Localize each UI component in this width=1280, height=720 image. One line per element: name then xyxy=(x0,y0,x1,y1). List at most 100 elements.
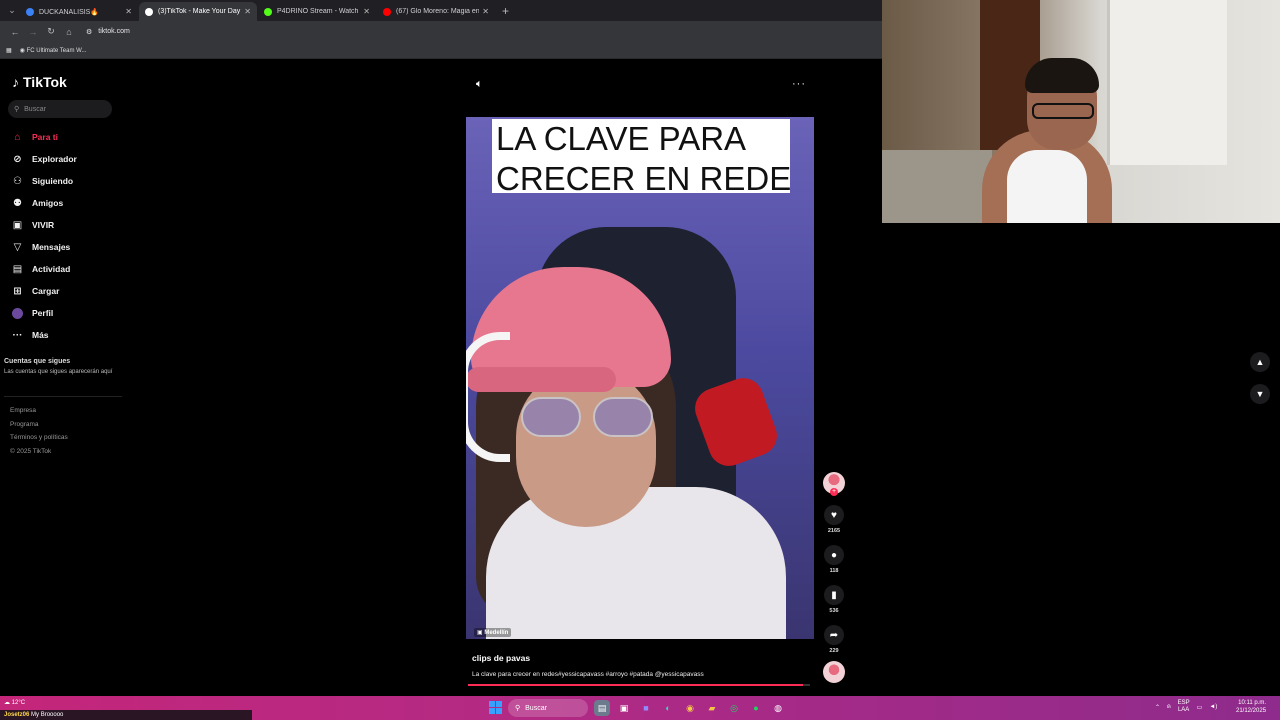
next-video-button[interactable]: ▼ xyxy=(1250,384,1270,404)
tab-close-icon[interactable]: ✕ xyxy=(244,7,251,16)
home-icon[interactable]: ⌂ xyxy=(60,27,78,37)
video-player[interactable]: LA CLAVE PARA CRECER EN REDES ▣ Medellín xyxy=(466,117,814,639)
footer-link[interactable]: Empresa xyxy=(10,404,68,418)
sidebar-item-para-ti[interactable]: ⌂ Para ti xyxy=(12,126,77,148)
tiktok-logo[interactable]: ♪ TikTok xyxy=(12,74,67,90)
task-view-icon[interactable]: ▣ xyxy=(616,700,632,716)
chevron-up-icon: ▲ xyxy=(1255,357,1265,367)
location-badge[interactable]: ▣ Medellín xyxy=(474,628,512,637)
tab-title: P4DRINO Stream - Watch Live o xyxy=(277,8,360,15)
friends-icon: ⚉ xyxy=(13,197,22,209)
browser-tab[interactable]: (67) Glo Moreno: Magia en Ace ✕ xyxy=(377,2,495,21)
comment-button[interactable]: ● xyxy=(824,545,844,565)
volume-icon[interactable]: ◄) xyxy=(1209,704,1217,710)
webcam-bed xyxy=(882,150,992,223)
sidebar-item-mensajes[interactable]: ▽ Mensajes xyxy=(12,236,77,258)
tab-close-icon[interactable]: ✕ xyxy=(482,7,489,16)
taskbar-search-label: Buscar xyxy=(525,704,547,712)
search-input[interactable]: ⚲ Buscar xyxy=(8,100,112,118)
back-icon[interactable]: ← xyxy=(6,27,24,37)
browser-tab-bar: ⌄ DUCKANALISIS🔥 ✕ (3)TikTok - Make Your … xyxy=(0,0,882,21)
spotify-icon[interactable]: ● xyxy=(748,700,764,716)
sidebar: ♪ TikTok ⚲ Buscar ⌂ Para ti ⊘ Explorador… xyxy=(0,62,130,462)
logo-text: TikTok xyxy=(23,74,67,90)
file-explorer-icon[interactable]: ▰ xyxy=(704,700,720,716)
language-layout: LAA xyxy=(1177,707,1190,713)
more-options-icon[interactable]: ··· xyxy=(792,78,806,90)
bookmark-icon: ▮ xyxy=(831,589,837,601)
sidebar-item-actividad[interactable]: ▤ Actividad xyxy=(12,258,77,280)
chrome-icon[interactable]: ◉ xyxy=(682,700,698,716)
url-field[interactable]: ⚙ tiktok.com xyxy=(86,28,130,36)
mic-icon[interactable]: ⍝ xyxy=(1167,704,1171,711)
tab-close-icon[interactable]: ✕ xyxy=(363,7,370,16)
previous-video-button[interactable]: ▲ xyxy=(1250,352,1270,372)
compass-icon: ⊘ xyxy=(13,153,22,165)
video-progress-bar[interactable] xyxy=(468,684,810,686)
reload-icon[interactable]: ↻ xyxy=(42,26,60,37)
save-button[interactable]: ▮ xyxy=(824,585,844,605)
taskbar-apps: ▤ ▣ ■ ◐ ◉ ▰ ◎ ● ◍ xyxy=(594,700,786,716)
sidebar-item-explorador[interactable]: ⊘ Explorador xyxy=(12,148,77,170)
video-author[interactable]: clips de pavas xyxy=(472,653,530,663)
sidebar-item-mas[interactable]: ··· Más xyxy=(12,324,77,346)
tab-search-icon[interactable]: ⌄ xyxy=(4,0,20,21)
chat-ticker: Josetz06 My Brooooo xyxy=(0,710,252,720)
webcam-person-hair xyxy=(1025,58,1099,93)
sidebar-item-vivir[interactable]: ▣ VIVIR xyxy=(12,214,77,236)
divider xyxy=(4,396,122,397)
site-info-icon[interactable]: ⚙ xyxy=(86,28,92,36)
url-text: tiktok.com xyxy=(98,28,130,35)
sound-disc[interactable] xyxy=(823,661,845,683)
address-bar: ← → ↻ ⌂ ⚙ tiktok.com xyxy=(0,21,882,42)
sidebar-item-label: Para ti xyxy=(32,132,58,142)
language-code: ESP xyxy=(1177,700,1190,706)
footer-link[interactable]: Términos y políticas xyxy=(10,431,68,445)
forward-icon[interactable]: → xyxy=(24,27,42,37)
ticker-message: My Brooooo xyxy=(31,712,64,718)
apps-grid-icon[interactable]: ▦ xyxy=(6,47,12,54)
sidebar-item-cargar[interactable]: ⊞ Cargar xyxy=(12,280,77,302)
whatsapp-icon[interactable]: ◎ xyxy=(726,700,742,716)
tab-title: (3)TikTok - Make Your Day xyxy=(158,8,241,15)
taskbar-clock[interactable]: 10:11 p.m. 21/12/2025 xyxy=(1236,699,1266,715)
like-count: 2165 xyxy=(827,528,841,534)
like-button[interactable]: ♥ xyxy=(824,505,844,525)
new-tab-button[interactable]: + xyxy=(496,2,515,21)
webcam-person-glasses xyxy=(1032,103,1094,119)
widgets-icon[interactable]: ▤ xyxy=(594,700,610,716)
bookmark-item[interactable]: ◉ FC Ultimate Team W... xyxy=(20,47,87,54)
tab-title: (67) Glo Moreno: Magia en Ace xyxy=(396,8,480,15)
sidebar-item-amigos[interactable]: ⚉ Amigos xyxy=(12,192,77,214)
following-icon: ⚇ xyxy=(13,175,22,187)
windows-start-icon[interactable] xyxy=(489,701,502,714)
browser-tab[interactable]: P4DRINO Stream - Watch Live o ✕ xyxy=(258,2,376,21)
share-button[interactable]: ➦ xyxy=(824,625,844,645)
edge-icon[interactable]: ◐ xyxy=(660,700,676,716)
obs-icon[interactable]: ◍ xyxy=(770,700,786,716)
network-icon[interactable]: ▭ xyxy=(1197,704,1203,711)
live-icon: ▣ xyxy=(12,219,23,231)
sidebar-item-siguiendo[interactable]: ⚇ Siguiendo xyxy=(12,170,77,192)
tray-chevron-icon[interactable]: ⌃ xyxy=(1155,704,1160,711)
caption-line: CRECER EN REDES xyxy=(496,160,790,193)
tab-close-icon[interactable]: ✕ xyxy=(125,7,132,16)
browser-tab-active[interactable]: (3)TikTok - Make Your Day ✕ xyxy=(139,2,257,21)
language-indicator[interactable]: ESP LAA xyxy=(1178,700,1190,714)
video-frame-shirt xyxy=(486,487,786,639)
teams-icon[interactable]: ■ xyxy=(638,700,654,716)
volume-icon[interactable]: 🔈︎ xyxy=(476,78,483,91)
creator-avatar[interactable]: + xyxy=(823,472,845,496)
follow-plus-icon[interactable]: + xyxy=(830,488,838,496)
weather-widget[interactable]: ☁ 12°C xyxy=(4,699,25,707)
search-icon: ⚲ xyxy=(14,106,20,113)
sidebar-item-label: Mensajes xyxy=(32,242,71,252)
sidebar-item-perfil[interactable]: Perfil xyxy=(12,302,77,324)
taskbar-search[interactable]: ⚲ Buscar xyxy=(508,699,588,717)
sidebar-nav: ⌂ Para ti ⊘ Explorador ⚇ Siguiendo ⚉ Ami… xyxy=(12,126,77,346)
youtube-favicon-icon xyxy=(383,7,391,16)
browser-tab[interactable]: DUCKANALISIS🔥 ✕ xyxy=(20,2,138,21)
share-count: 229 xyxy=(829,648,839,654)
tiktok-note-icon: ♪ xyxy=(12,74,19,90)
footer-link[interactable]: Programa xyxy=(10,418,68,432)
